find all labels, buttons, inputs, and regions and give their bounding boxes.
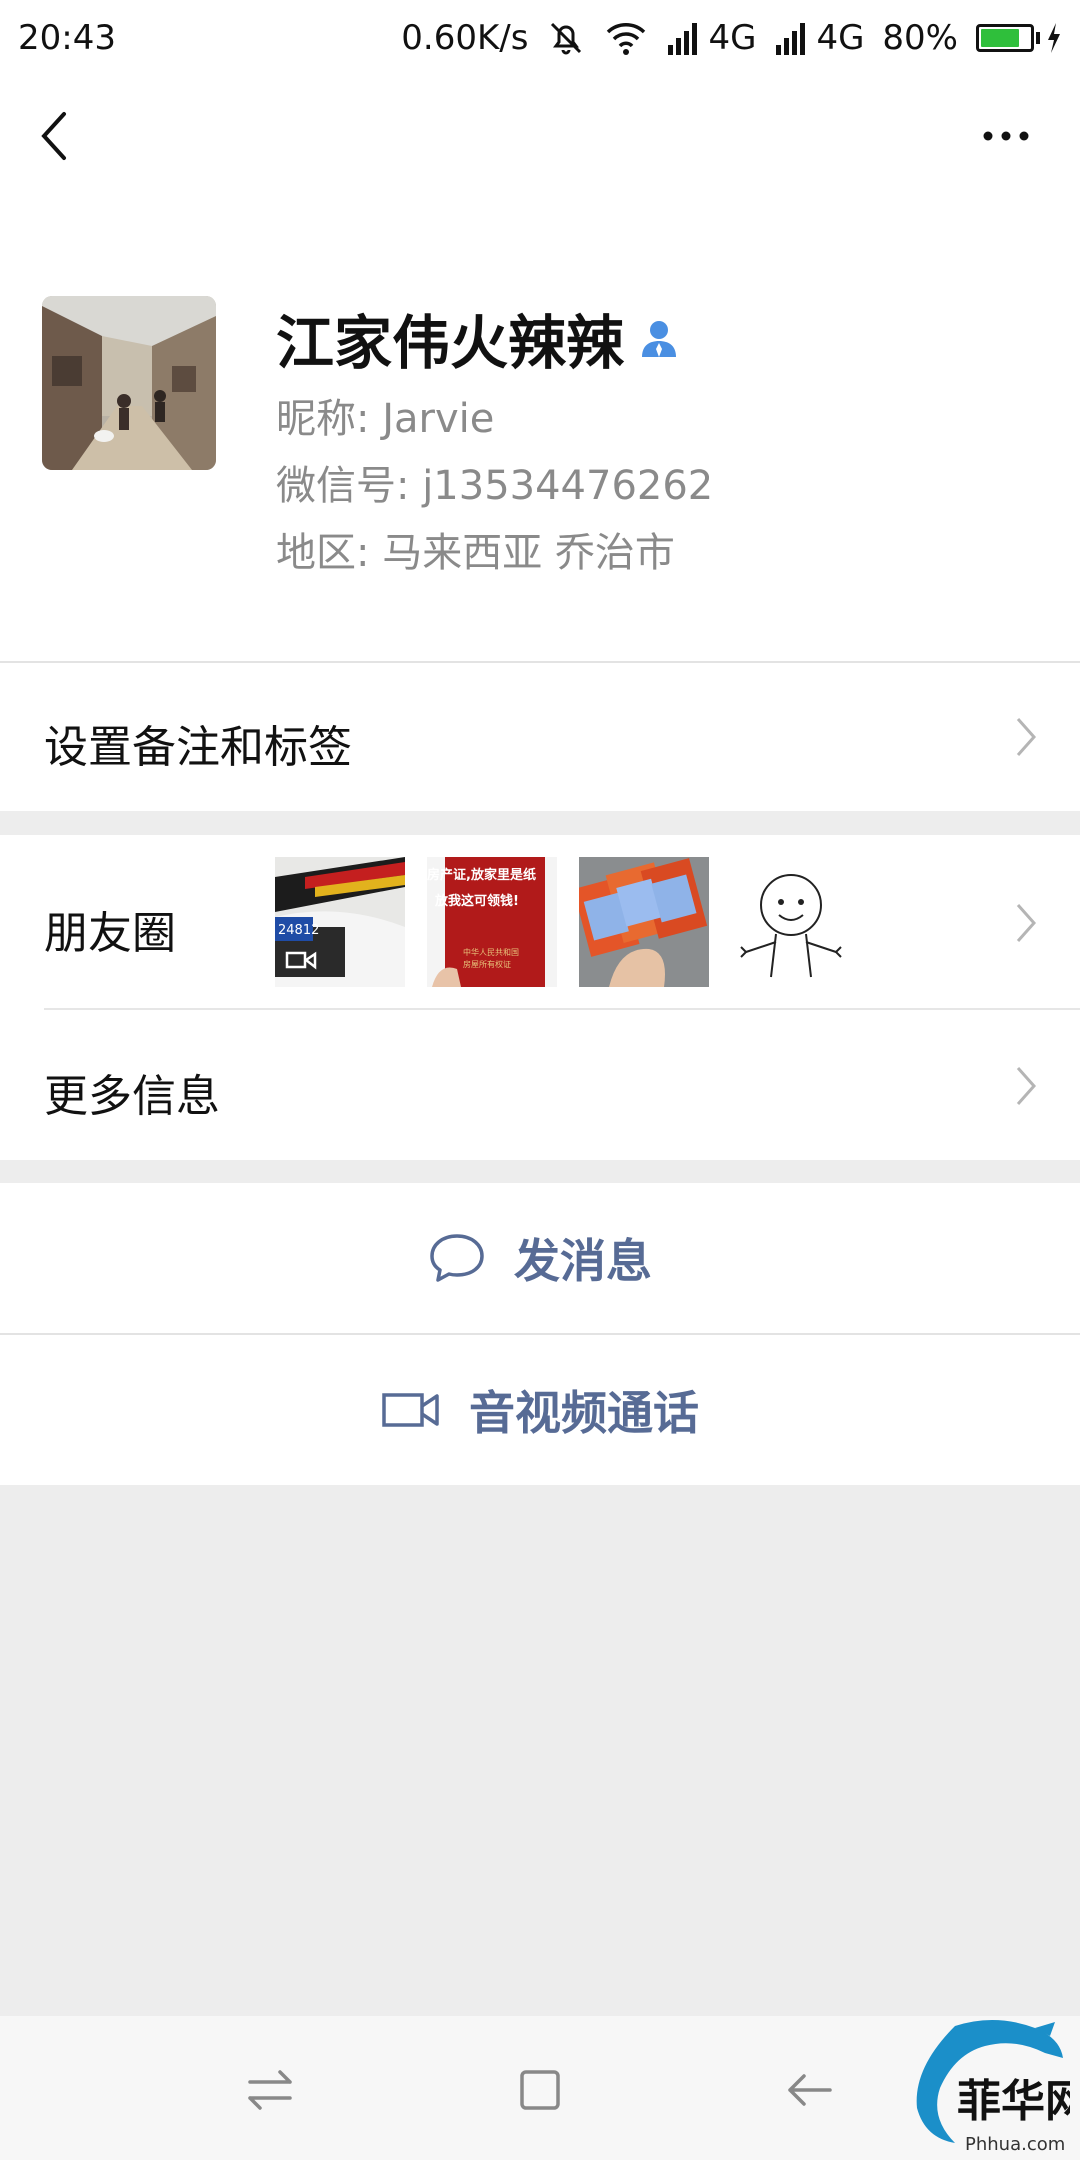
moments-thumb-property-certificate: 房产证,放家里是纸 放我这可领钱! 中华人民共和国 房屋所有权证 xyxy=(427,857,557,987)
bell-off-icon xyxy=(551,22,582,55)
name-row: 江家伟火辣辣 xyxy=(276,296,680,380)
network-type-2: 4G xyxy=(816,18,865,58)
profile-card: 江家伟火辣辣 昵称: Jarvie 微信号: j13534476262 地区: … xyxy=(0,196,1080,661)
back-nav-icon[interactable] xyxy=(780,2060,840,2120)
battery-icon xyxy=(976,23,1062,53)
phhua-watermark-logo: 菲华网 Phhua.com xyxy=(916,2019,1070,2155)
video-call-label: 音视频通话 xyxy=(469,1386,699,1440)
video-call-button[interactable]: 音视频通话 xyxy=(0,1335,1080,1485)
signal-icon-2 xyxy=(776,23,806,55)
property-cert-line1: 房产证,放家里是纸 xyxy=(427,867,536,883)
status-bar: 20:43 0.60K/s 4G 4G 80% xyxy=(0,0,1080,76)
charging-icon xyxy=(1048,23,1060,53)
property-cert-line2: 放我这可领钱! xyxy=(434,893,519,909)
battery-percent: 80% xyxy=(882,18,958,58)
chevron-right-icon xyxy=(1016,904,1037,942)
region: 地区: 马来西亚 乔治市 xyxy=(276,530,675,576)
chevron-right-icon xyxy=(1016,718,1037,756)
chat-bubble-icon xyxy=(430,1234,484,1282)
wechat-id: 微信号: j13534476262 xyxy=(276,463,714,509)
network-speed: 0.60K/s xyxy=(401,18,529,58)
back-arrow-icon[interactable] xyxy=(30,106,90,166)
more-options-icon[interactable] xyxy=(970,106,1050,166)
remark-tags-row[interactable]: 设置备注和标签 xyxy=(0,663,1080,811)
moments-row[interactable]: 朋友圈 24812 房产证,放家里是纸 放我这可领钱! 中华人民共和国 房屋所有… xyxy=(0,835,1080,1010)
contact-user-icon xyxy=(642,321,677,357)
moments-label: 朋友圈 xyxy=(44,908,176,959)
remark-tags-label: 设置备注和标签 xyxy=(44,722,352,773)
moments-thumbnails: 24812 房产证,放家里是纸 放我这可领钱! 中华人民共和国 房屋所有权证 xyxy=(275,857,861,987)
home-square-icon[interactable] xyxy=(510,2060,570,2120)
nickname: 昵称: Jarvie xyxy=(276,396,495,442)
top-bar xyxy=(0,76,1080,196)
property-cert-line3: 中华人民共和国 xyxy=(463,947,519,957)
avatar[interactable] xyxy=(42,296,216,470)
property-cert-line4: 房屋所有权证 xyxy=(463,959,511,969)
chevron-right-icon xyxy=(1016,1067,1037,1105)
more-info-row[interactable]: 更多信息 xyxy=(0,1010,1080,1160)
video-camera-icon xyxy=(382,1393,439,1427)
avatar-image xyxy=(42,296,216,470)
watermark-url: Phhua.com xyxy=(965,2134,1065,2155)
moments-thumb-lottery xyxy=(579,857,709,987)
status-icons: 0.60K/s 4G 4G 80% xyxy=(401,18,1062,58)
switch-icon[interactable] xyxy=(240,2060,300,2120)
status-time: 20:43 xyxy=(18,18,116,58)
send-message-label: 发消息 xyxy=(514,1234,652,1288)
send-message-button[interactable]: 发消息 xyxy=(0,1183,1080,1333)
moments-thumb-sticker xyxy=(731,857,861,987)
watermark-brand: 菲华网 xyxy=(957,2076,1070,2127)
car-plate-text: 24812 xyxy=(278,923,319,938)
more-info-label: 更多信息 xyxy=(44,1071,220,1122)
signal-icon xyxy=(668,23,698,55)
moments-thumb-car: 24812 xyxy=(275,857,405,987)
network-type-1: 4G xyxy=(708,18,757,58)
contact-name: 江家伟火辣辣 xyxy=(276,309,625,377)
wifi-icon xyxy=(607,23,646,55)
